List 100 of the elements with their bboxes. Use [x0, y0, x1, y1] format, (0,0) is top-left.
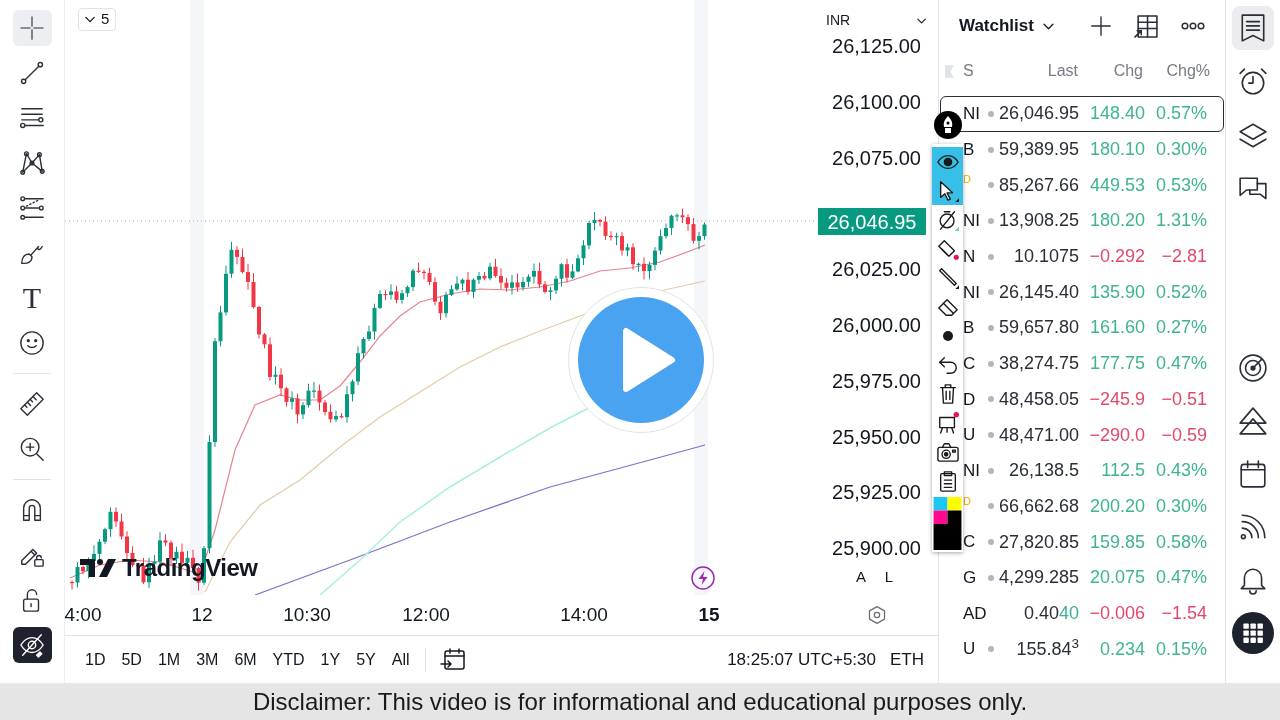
last-price-cell-text: 59,389.95 — [998, 138, 1079, 162]
symbol-text: NI — [963, 281, 980, 304]
symbol-text: N — [963, 245, 976, 268]
price-label: 25,950.00 — [832, 424, 921, 449]
change-cell-text: 161.60 — [1089, 316, 1145, 340]
scale-button[interactable]: L — [881, 566, 897, 589]
change-percent-cell-text: 0.47% — [1155, 566, 1207, 590]
calendar-icon — [1238, 459, 1268, 489]
crosshair-button[interactable] — [12, 10, 52, 46]
change-cell-text: 0.234 — [1099, 637, 1145, 661]
session-button[interactable]: ETH — [890, 646, 924, 673]
change-percent-cell-text: 0.53% — [1155, 173, 1207, 197]
scale-button[interactable]: A — [853, 566, 869, 589]
calendar-arrow-icon[interactable] — [439, 646, 466, 673]
apps-button[interactable] — [1232, 611, 1274, 655]
triangles-icon — [1238, 406, 1268, 436]
change-cell-text: 200.20 — [1089, 494, 1145, 518]
change-cell-text: −0.292 — [1089, 245, 1145, 269]
change-cell-text: 20.075 — [1089, 566, 1145, 590]
parallel-lines-icon — [19, 195, 45, 221]
flag-icon — [945, 64, 954, 78]
watchlist-row[interactable]: B 59,657.80 161.60 0.27% — [940, 310, 1224, 346]
delay-label: D — [963, 494, 971, 507]
price-label: 25,900.00 — [832, 536, 921, 560]
watchlist-button[interactable] — [1232, 6, 1274, 50]
last-price-cell-text: 26,046.95 — [998, 102, 1079, 126]
watchlist-row[interactable]: NI 26,145.40 135.90 0.52% — [940, 274, 1224, 311]
symbol-text: NI — [963, 103, 980, 126]
plus-icon[interactable] — [1090, 15, 1112, 37]
change-cell-text: 180.20 — [1089, 209, 1145, 233]
crosshair-icon — [19, 15, 45, 41]
range-button[interactable]: 1D — [80, 644, 111, 675]
column-header[interactable]: Chg — [1078, 59, 1143, 83]
currency-button[interactable]: INR — [826, 10, 926, 31]
range-button[interactable]: 1Y — [315, 644, 346, 675]
change-cell-text: 449.53 — [1089, 173, 1145, 197]
change-percent-cell-text: 0.52% — [1155, 280, 1207, 304]
column-header[interactable]: Chg% — [1143, 59, 1210, 83]
time-label: 14:00 — [560, 603, 608, 627]
snap-tool-button[interactable] — [932, 205, 963, 234]
eye-tool-button[interactable] — [932, 147, 963, 176]
last-price-cell-text: 38,274.75 — [998, 352, 1079, 376]
change-percent-cell-text: 0.15% — [1155, 637, 1207, 661]
watchlist-row[interactable]: B 59,389.95 180.10 0.30% — [940, 131, 1224, 168]
watchlist-row[interactable]: D 48,458.05 −245.9 −0.51 — [940, 381, 1224, 418]
camera-icon — [936, 440, 959, 463]
range-button[interactable]: 6M — [229, 644, 262, 675]
color-palette-button[interactable] — [932, 495, 963, 550]
watchlist-row[interactable]: NI 13,908.25 180.20 1.31% — [940, 203, 1224, 239]
change-percent-cell-text: 0.27% — [1155, 316, 1207, 340]
price-label: 26,125.00 — [832, 34, 921, 58]
clipboard-button[interactable] — [932, 466, 963, 495]
watchlist-row[interactable]: U 155.84$^{3}$ 0.234 0.15% — [940, 631, 1224, 667]
watchlist-row[interactable]: G 4,299.285 20.075 0.47% — [940, 559, 1224, 596]
last-price-label: 26,046.95 — [818, 208, 926, 235]
column-header[interactable]: Last — [998, 59, 1078, 83]
range-button[interactable]: All — [386, 644, 415, 675]
watchlist-row[interactable]: D 66,662.68 200.20 0.30% — [940, 488, 1224, 525]
symbol-text: G — [963, 567, 977, 590]
table-icon[interactable] — [1134, 13, 1159, 39]
range-button[interactable]: YTD — [267, 644, 310, 675]
pen-nib-icon[interactable] — [933, 111, 962, 139]
last-price-cell-text: 48,458.05 — [998, 387, 1079, 411]
range-button[interactable]: 5D — [116, 644, 147, 675]
time-label: 12:00 — [402, 603, 450, 627]
symbol-text: B — [963, 317, 975, 340]
last-price-cell-text: 0.4040 — [1023, 601, 1079, 625]
range-button[interactable]: 5Y — [351, 644, 381, 675]
watchlist-row[interactable]: AD 0.4040 −0.006 −1.54 — [940, 595, 1224, 632]
change-percent-cell-text: 0.30% — [1155, 138, 1207, 162]
watchlist-row[interactable]: NI 26,138.5 112.5 0.43% — [940, 452, 1224, 489]
range-button[interactable]: 1M — [152, 644, 186, 675]
change-cell-text: −245.9 — [1089, 387, 1145, 411]
watchlist-row[interactable]: D 85,267.66 449.53 0.53% — [940, 167, 1224, 204]
watchlist-row[interactable]: C 38,274.75 177.75 0.47% — [940, 345, 1224, 382]
hide-drawings-button[interactable] — [12, 627, 52, 663]
last-price-cell-text: 13,908.25 — [998, 209, 1079, 233]
watchlist-title-button[interactable]: Watchlist — [959, 13, 1054, 39]
zoom-in-icon — [19, 436, 45, 462]
time-label: 10:30 — [283, 603, 331, 627]
alarm-clock-icon — [1238, 67, 1268, 97]
horizontal-lines-icon — [19, 105, 45, 131]
change-cell-text: 112.5 — [1101, 459, 1145, 483]
watchlist-row[interactable]: U 48,471.00 −290.0 −0.59 — [940, 417, 1224, 453]
cursor-tool-button[interactable] — [932, 176, 963, 205]
list-icon — [1238, 13, 1268, 43]
column-header[interactable]: S — [963, 59, 998, 83]
last-price-cell-text: 26,145.40 — [998, 280, 1079, 304]
text-tool-button[interactable]: T — [12, 280, 52, 316]
chevron-down-icon — [1042, 22, 1054, 30]
change-cell-text: −0.006 — [1089, 601, 1145, 625]
range-button[interactable]: 3M — [191, 644, 224, 675]
symbol-text: NI — [963, 210, 980, 233]
change-cell-text: 180.10 — [1089, 138, 1145, 162]
more-dots-icon[interactable] — [1181, 22, 1205, 30]
settings-icon[interactable] — [867, 605, 887, 625]
timezone-button[interactable]: 18:25:07 UTC+5:30 — [727, 646, 876, 673]
watchlist-row[interactable]: C 27,820.85 159.85 0.58% — [940, 524, 1224, 560]
watchlist-row[interactable]: N 10.1075 −0.292 −2.81 — [940, 238, 1224, 275]
change-percent-cell-text: 0.57% — [1155, 102, 1207, 126]
